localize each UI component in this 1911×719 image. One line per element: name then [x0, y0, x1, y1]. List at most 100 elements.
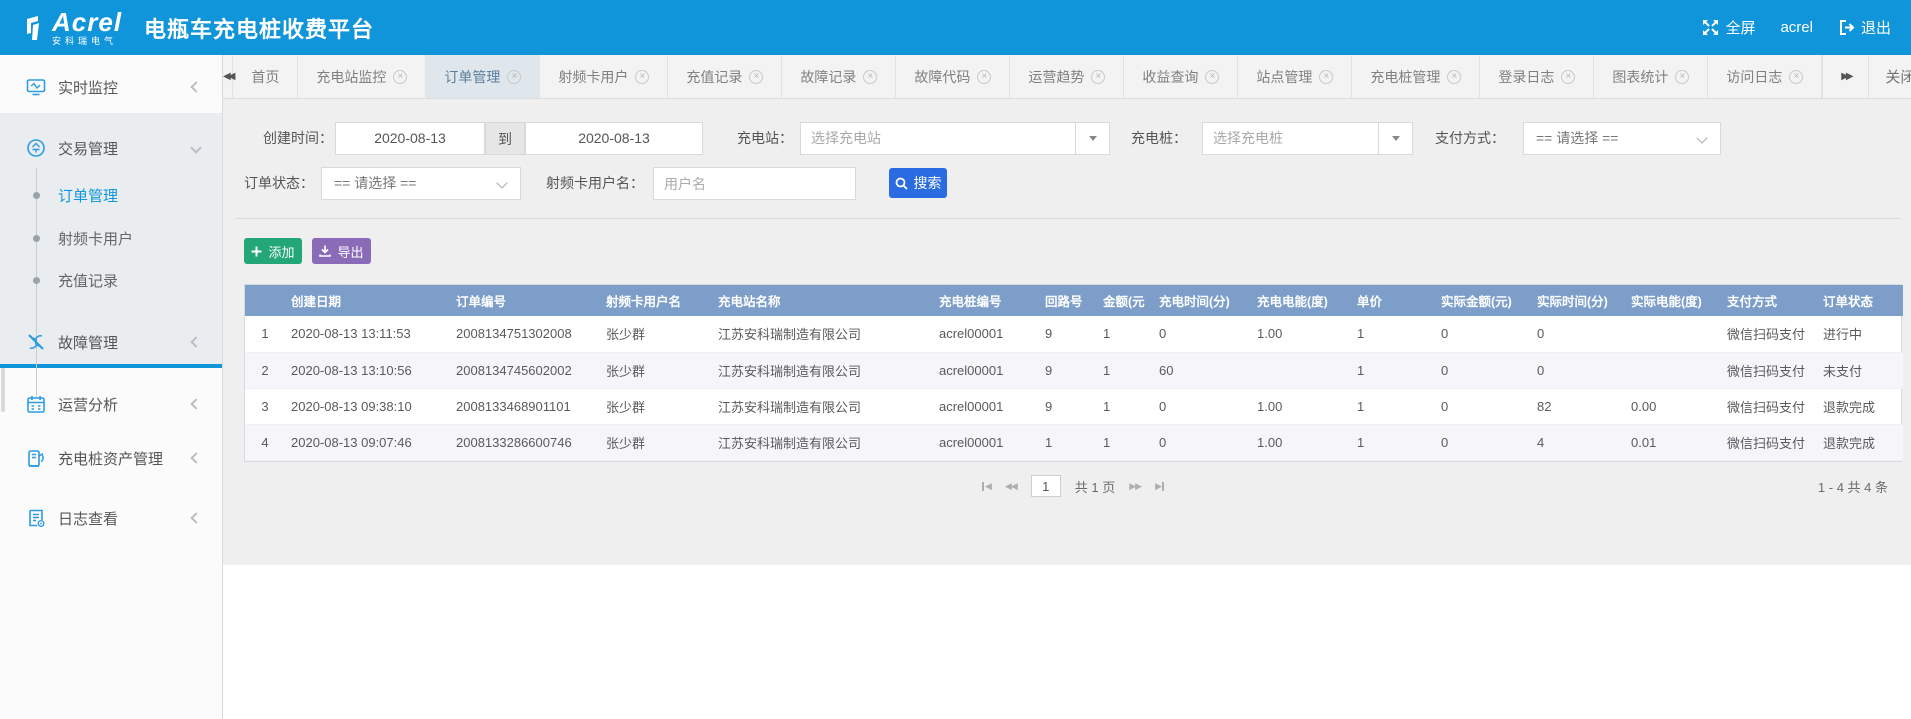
sidebar-item-realtime-monitor[interactable]: 实时监控 — [0, 67, 222, 107]
date-to-input[interactable]: 2020-08-13 — [525, 122, 703, 155]
tab-label: 站点管理 — [1256, 67, 1312, 87]
tab-visit-logs[interactable]: 访问日志× — [1708, 55, 1822, 98]
pile-dropdown-button[interactable] — [1378, 123, 1412, 154]
col-station-name[interactable]: 充电站名称 — [712, 285, 933, 316]
total-pages-label: 共 1 页 — [1075, 477, 1115, 496]
table-row[interactable]: 2 2020-08-13 13:10:56 2008134745602002 张… — [245, 352, 1903, 388]
cell-actual-amount: 0 — [1435, 424, 1531, 460]
rfid-username-input[interactable] — [653, 167, 856, 200]
tabs-scroll-left-icon[interactable]: ◀◀ — [223, 55, 233, 98]
tab-label: 充值记录 — [686, 67, 742, 87]
username-button[interactable]: acrel — [1770, 15, 1823, 40]
search-button[interactable]: 搜索 — [889, 168, 947, 198]
tab-close-icon[interactable]: × — [1789, 70, 1803, 84]
fullscreen-label: 全屏 — [1725, 17, 1755, 38]
triangle-down-icon — [1392, 136, 1400, 141]
tab-site-mgmt[interactable]: 站点管理 × — [1238, 55, 1352, 98]
table-row[interactable]: 3 2020-08-13 09:38:10 2008133468901101 张… — [245, 388, 1903, 424]
col-unit-price[interactable]: 单价 — [1351, 285, 1435, 316]
station-combobox[interactable]: 选择充电站 — [800, 122, 1110, 155]
chevron-left-icon — [190, 81, 201, 92]
tab-rfid-users[interactable]: 射频卡用户× — [540, 55, 668, 98]
pager-prev-icon[interactable]: ◀◀ — [1005, 481, 1017, 492]
tab-order-mgmt[interactable]: 订单管理× — [426, 55, 540, 98]
close-operations-menu[interactable]: 关闭操作 — [1868, 55, 1911, 98]
tab-close-icon[interactable]: × — [1319, 70, 1333, 84]
tab-home[interactable]: 首页 — [233, 55, 298, 98]
pager-last-icon[interactable]: ▶ — [1155, 481, 1164, 492]
chevron-down-icon — [496, 177, 507, 188]
station-dropdown-button[interactable] — [1075, 123, 1109, 154]
col-circuit-no[interactable]: 回路号 — [1039, 285, 1097, 316]
col-actual-amount[interactable]: 实际金额(元) — [1435, 285, 1531, 316]
sidebar-subitem-rfid-users[interactable]: 射频卡用户 — [0, 218, 222, 258]
tab-login-logs[interactable]: 登录日志× — [1480, 55, 1594, 98]
export-label: 导出 — [337, 242, 363, 261]
pager-first-icon[interactable]: ◀ — [982, 481, 991, 492]
col-create-date[interactable]: 创建日期 — [285, 285, 450, 316]
calendar-icon — [26, 394, 46, 414]
export-button[interactable]: 导出 — [312, 238, 371, 264]
col-actual-time[interactable]: 实际时间(分) — [1531, 285, 1625, 316]
sidebar-item-log-view[interactable]: 日志查看 — [0, 498, 222, 538]
col-pay-method[interactable]: 支付方式 — [1721, 285, 1817, 316]
col-rfid-user[interactable]: 射频卡用户名 — [600, 285, 712, 316]
log-icon — [26, 508, 46, 528]
tab-fault-codes[interactable]: 故障代码× — [896, 55, 1010, 98]
page-title: 电瓶车充电桩收费平台 — [144, 12, 374, 44]
col-charge-time[interactable]: 充电时间(分) — [1153, 285, 1251, 316]
add-button[interactable]: 添加 — [244, 238, 302, 264]
cell-order-no: 2008133286600746 — [450, 424, 600, 460]
tab-close-icon[interactable]: × — [635, 70, 649, 84]
pay-method-select[interactable]: == 请选择 == — [1523, 122, 1721, 155]
tab-close-icon[interactable]: × — [863, 70, 877, 84]
app-header: Acrel 安科瑞电气 电瓶车充电桩收费平台 全屏 acrel — [0, 0, 1911, 55]
col-actual-energy[interactable]: 实际电能(度) — [1625, 285, 1721, 316]
date-from-input[interactable]: 2020-08-13 — [335, 122, 485, 155]
tab-close-icon[interactable]: × — [507, 70, 521, 84]
cell-actual-energy — [1625, 352, 1721, 388]
sidebar-subitem-order-mgmt[interactable]: 订单管理 — [0, 175, 222, 215]
bullet-icon — [33, 235, 40, 242]
tab-close-icon[interactable]: × — [1675, 70, 1689, 84]
chevron-left-icon — [190, 512, 201, 523]
table-row[interactable]: 4 2020-08-13 09:07:46 2008133286600746 张… — [245, 424, 1903, 460]
page-number-input[interactable] — [1031, 475, 1061, 497]
tab-close-icon[interactable]: × — [1205, 70, 1219, 84]
col-pile-no[interactable]: 充电桩编号 — [933, 285, 1039, 316]
tab-close-icon[interactable]: × — [1091, 70, 1105, 84]
col-order-no[interactable]: 订单编号 — [450, 285, 600, 316]
sidebar-item-transaction-mgmt[interactable]: 交易管理 — [0, 128, 222, 168]
col-seq[interactable] — [245, 285, 285, 316]
tab-close-icon[interactable]: × — [977, 70, 991, 84]
pager-next-icon[interactable]: ▶▶ — [1129, 481, 1141, 492]
cell-circuit-no: 9 — [1039, 316, 1097, 352]
fullscreen-button[interactable]: 全屏 — [1696, 13, 1761, 42]
tab-chart-stats[interactable]: 图表统计× — [1594, 55, 1708, 98]
sidebar-subitem-recharge-records[interactable]: 充值记录 — [0, 260, 222, 300]
order-status-select[interactable]: == 请选择 == — [321, 167, 521, 200]
tab-revenue-query[interactable]: 收益查询× — [1124, 55, 1238, 98]
tab-close-icon[interactable]: × — [1447, 70, 1461, 84]
sidebar-item-operation-analysis[interactable]: 运营分析 — [0, 384, 222, 424]
sidebar-item-fault-mgmt[interactable]: 故障管理 — [0, 322, 222, 362]
tab-fault-records[interactable]: 故障记录× — [782, 55, 896, 98]
tab-station-monitor[interactable]: 充电站监控× — [298, 55, 426, 98]
sidebar-item-pile-asset-mgmt[interactable]: 充电桩资产管理 — [0, 438, 222, 478]
pile-combobox[interactable]: 选择充电桩 — [1202, 122, 1413, 155]
col-charge-energy[interactable]: 充电电能(度) — [1251, 285, 1351, 316]
col-amount[interactable]: 金额(元 — [1097, 285, 1153, 316]
download-icon — [319, 245, 331, 257]
tab-close-icon[interactable]: × — [1561, 70, 1575, 84]
tab-close-icon[interactable]: × — [393, 70, 407, 84]
col-order-status[interactable]: 订单状态 — [1817, 285, 1903, 316]
tab-recharge-records[interactable]: 充值记录 × — [668, 55, 782, 98]
table-row[interactable]: 1 2020-08-13 13:11:53 2008134751302008 张… — [245, 316, 1903, 352]
tab-operation-trends[interactable]: 运营趋势× — [1010, 55, 1124, 98]
cell-circuit-no: 1 — [1039, 424, 1097, 460]
sidebar-item-label: 运营分析 — [58, 394, 118, 415]
tab-pile-mgmt[interactable]: 充电桩管理× — [1352, 55, 1480, 98]
tabs-scroll-right-icon[interactable]: ▶▶ — [1822, 55, 1868, 98]
tab-close-icon[interactable]: × — [749, 70, 763, 84]
logout-button[interactable]: 退出 — [1832, 13, 1897, 42]
